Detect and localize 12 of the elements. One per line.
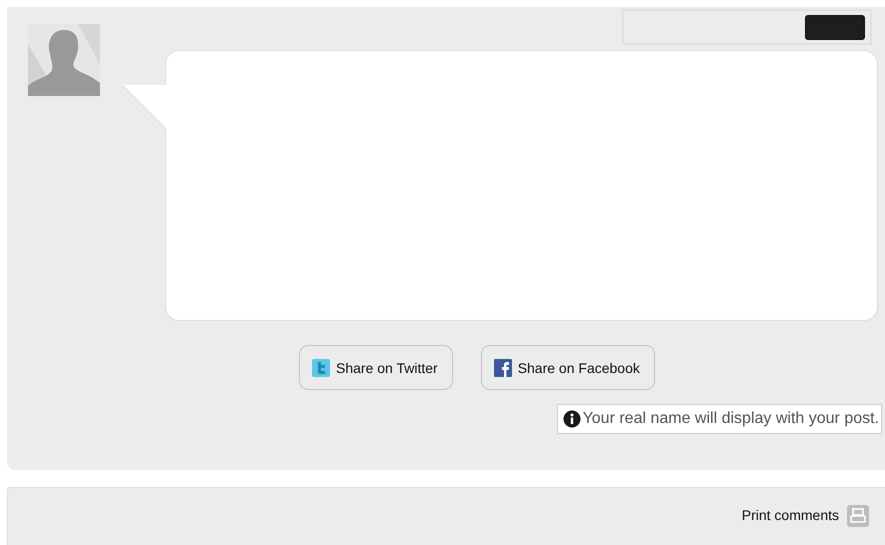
share-button[interactable]: Share on Twitter — [299, 345, 453, 390]
print-link[interactable]: Print comments — [742, 507, 839, 525]
speech-bubble-tail — [122, 85, 166, 129]
share-button[interactable]: Share on Facebook — [480, 345, 655, 390]
bird-logo-icon — [312, 358, 330, 376]
avatar-silhouette — [28, 24, 100, 96]
printer-icon[interactable] — [847, 505, 869, 527]
f-logo-icon — [494, 358, 512, 376]
notice-text: Your real name will display with your post. — [582, 410, 879, 428]
blank-button[interactable] — [805, 14, 865, 40]
info-icon — [562, 410, 581, 428]
comment-field[interactable] — [165, 50, 878, 321]
